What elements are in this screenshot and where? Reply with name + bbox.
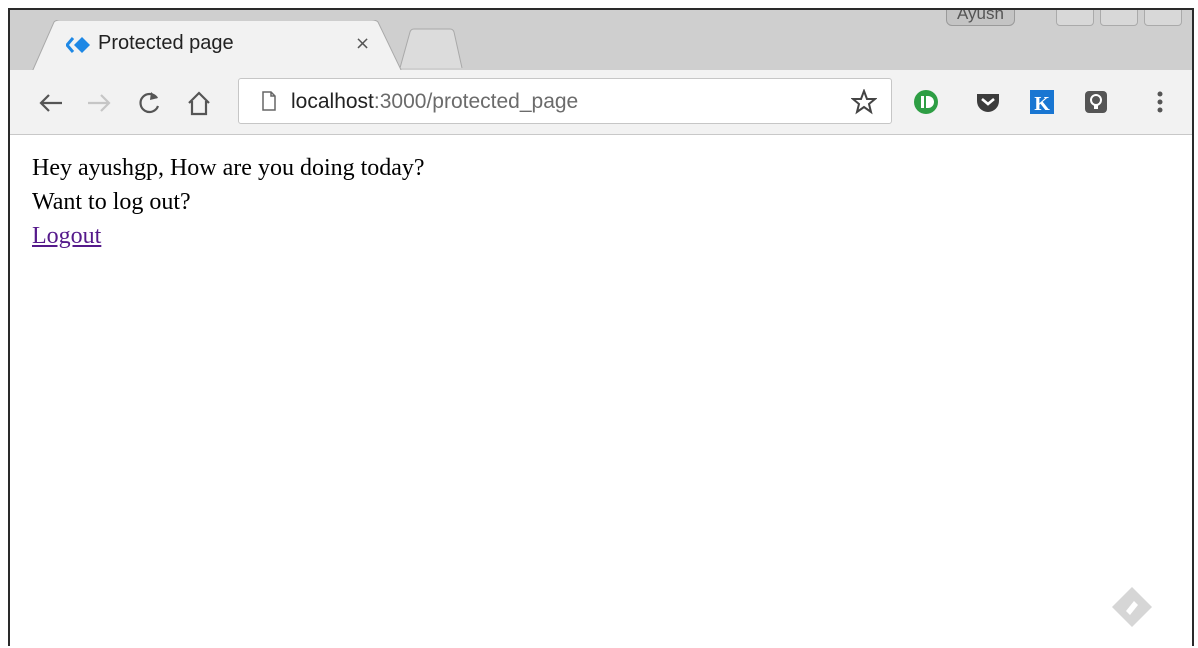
green-id-extension-icon[interactable]: [912, 88, 940, 116]
menu-dots-icon[interactable]: [1146, 88, 1174, 116]
profile-button[interactable]: Ayush: [946, 10, 1015, 26]
lightbulb-extension-icon[interactable]: [1082, 88, 1110, 116]
page-icon: [262, 91, 276, 111]
tab-protected-page[interactable]: Protected page ×: [32, 20, 402, 72]
url-text: localhost:3000/protected_page: [291, 90, 578, 114]
new-tab-button[interactable]: [398, 28, 464, 68]
tab-strip: Protected page × Ayush: [10, 10, 1192, 72]
tab-close-icon[interactable]: ×: [355, 34, 370, 54]
bookmark-star-icon[interactable]: [851, 89, 877, 115]
url-host: localhost: [291, 90, 374, 113]
back-arrow-icon[interactable]: [36, 88, 66, 118]
maximize-button[interactable]: [1100, 10, 1138, 26]
address-bar[interactable]: localhost:3000/protected_page: [238, 78, 892, 124]
pocket-icon[interactable]: [974, 88, 1002, 116]
reload-icon[interactable]: [134, 88, 164, 118]
home-icon[interactable]: [184, 88, 214, 118]
browser-toolbar: localhost:3000/protected_page K: [10, 70, 1192, 135]
diamond-arrows-icon: [66, 37, 90, 53]
k-extension-icon[interactable]: K: [1028, 88, 1056, 116]
url-path: :3000/protected_page: [373, 90, 579, 113]
forward-arrow-icon[interactable]: [84, 88, 114, 118]
minimize-button[interactable]: [1056, 10, 1094, 26]
browser-window: Protected page × Ayush localhost:3000/pr…: [8, 8, 1194, 646]
tab-title: Protected page: [98, 32, 234, 54]
close-window-button[interactable]: [1144, 10, 1182, 26]
feedback-diamond-icon[interactable]: [1110, 585, 1154, 629]
svg-text:K: K: [1034, 93, 1050, 115]
page-content: Hey ayushgp, How are you doing today? Wa…: [10, 135, 1192, 646]
logout-prompt: Want to log out?: [32, 189, 191, 215]
logout-link[interactable]: Logout: [32, 223, 101, 249]
greeting-text: Hey ayushgp, How are you doing today?: [32, 155, 425, 181]
